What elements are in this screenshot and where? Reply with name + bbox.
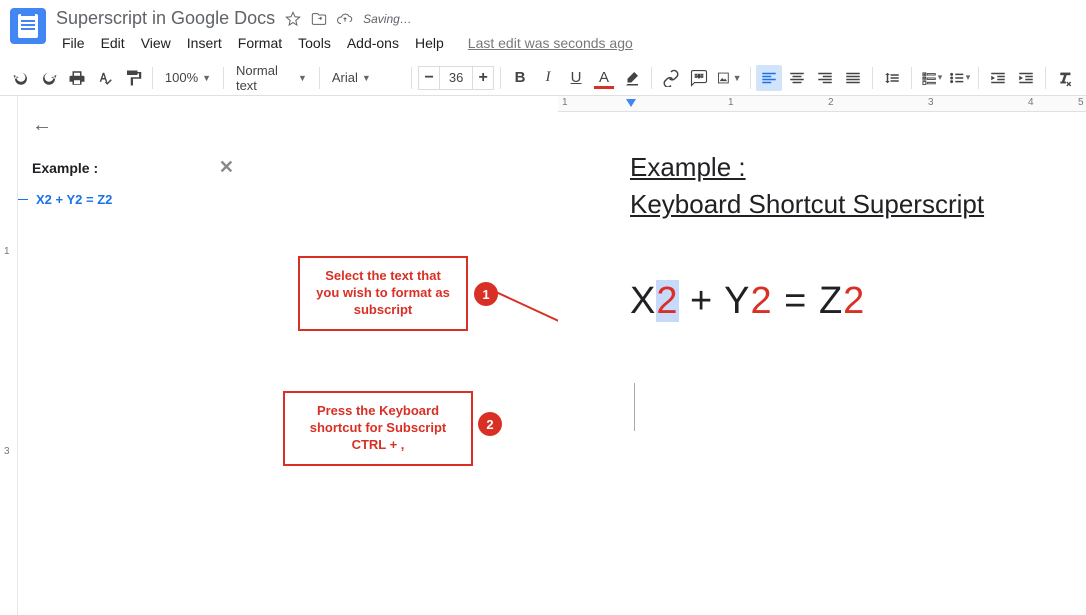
annotation-badge-1: 1 <box>474 282 498 306</box>
document-name[interactable]: Superscript in Google Docs <box>56 8 275 29</box>
annotation-callout-2: Press the Keyboard shortcut for Subscrip… <box>283 391 473 466</box>
doc-heading-1[interactable]: Example : <box>630 152 1086 183</box>
saving-status: Saving… <box>363 12 412 26</box>
align-justify-button[interactable] <box>840 65 866 91</box>
clear-formatting-button[interactable] <box>1052 65 1078 91</box>
align-center-button[interactable] <box>784 65 810 91</box>
outline-item[interactable]: X2 + Y2 = Z2 <box>32 192 234 207</box>
indent-increase-button[interactable] <box>1013 65 1039 91</box>
redo-button[interactable] <box>36 65 62 91</box>
font-dropdown[interactable]: Arial▼ <box>326 65 405 91</box>
align-left-button[interactable] <box>756 65 782 91</box>
italic-button[interactable]: I <box>535 65 561 91</box>
zoom-dropdown[interactable]: 100%▼ <box>159 65 217 91</box>
outline-close-icon[interactable]: ✕ <box>219 157 234 178</box>
print-button[interactable] <box>64 65 90 91</box>
style-dropdown[interactable]: Normal text▼ <box>230 65 313 91</box>
menu-help[interactable]: Help <box>409 31 450 55</box>
outline-back-arrow[interactable]: ← <box>32 114 234 137</box>
outline-heading[interactable]: Example : <box>32 160 98 176</box>
vertical-ruler: 1 3 <box>0 96 18 615</box>
docs-icon[interactable] <box>10 8 46 44</box>
annotation-badge-2: 2 <box>478 412 502 436</box>
undo-button[interactable] <box>8 65 34 91</box>
fontsize-increase[interactable]: + <box>472 66 494 90</box>
toolbar: 100%▼ Normal text▼ Arial▼ − 36 + B I U A… <box>0 60 1086 96</box>
fontsize-decrease[interactable]: − <box>418 66 440 90</box>
highlight-button[interactable] <box>619 65 645 91</box>
doc-heading-2[interactable]: Keyboard Shortcut Superscript <box>630 189 1086 220</box>
menu-file[interactable]: File <box>56 31 91 55</box>
horizontal-ruler[interactable]: 1 1 2 3 4 5 <box>558 96 1086 112</box>
text-cursor <box>634 383 635 431</box>
menu-insert[interactable]: Insert <box>181 31 228 55</box>
cloud-save-icon <box>337 11 353 27</box>
star-icon[interactable] <box>285 11 301 27</box>
spellcheck-button[interactable] <box>92 65 118 91</box>
indent-decrease-button[interactable] <box>985 65 1011 91</box>
last-edit-link[interactable]: Last edit was seconds ago <box>462 31 639 55</box>
selected-subscript-char: 2 <box>656 280 678 322</box>
checklist-button[interactable]: ▾ <box>918 65 944 91</box>
bullet-list-button[interactable]: ▾ <box>946 65 972 91</box>
menu-format[interactable]: Format <box>232 31 288 55</box>
annotation-callout-1: Select the text that you wish to format … <box>298 256 468 331</box>
image-button[interactable]: ▼ <box>714 65 744 91</box>
link-button[interactable] <box>658 65 684 91</box>
text-color-button[interactable]: A <box>591 65 617 91</box>
menu-view[interactable]: View <box>135 31 177 55</box>
line-spacing-button[interactable] <box>879 65 905 91</box>
underline-button[interactable]: U <box>563 65 589 91</box>
paint-format-button[interactable] <box>120 65 146 91</box>
bold-button[interactable]: B <box>507 65 533 91</box>
equation-text[interactable]: X2 + Y2 = Z2 <box>630 280 1086 323</box>
move-icon[interactable] <box>311 11 327 27</box>
comment-button[interactable] <box>686 65 712 91</box>
menu-addons[interactable]: Add-ons <box>341 31 405 55</box>
document-page[interactable]: Example : Keyboard Shortcut Superscript … <box>558 112 1086 615</box>
fontsize-value[interactable]: 36 <box>440 66 472 90</box>
menu-edit[interactable]: Edit <box>95 31 131 55</box>
align-right-button[interactable] <box>812 65 838 91</box>
menu-tools[interactable]: Tools <box>292 31 337 55</box>
indent-marker-icon[interactable] <box>626 99 636 107</box>
